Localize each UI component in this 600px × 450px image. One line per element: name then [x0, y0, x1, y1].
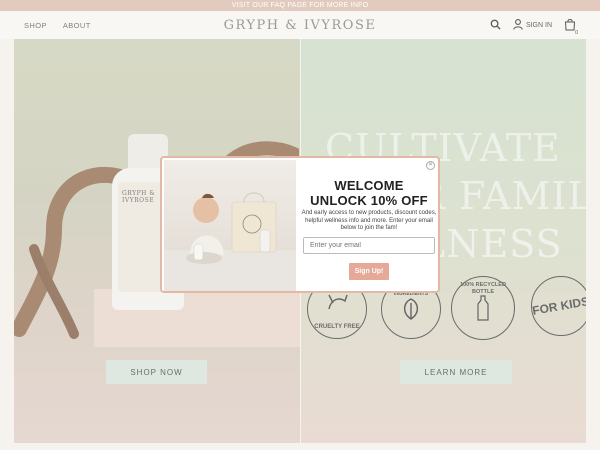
baby-with-bag-image — [164, 192, 296, 291]
popup-title-welcome: WELCOME — [334, 178, 404, 193]
baby-photo — [164, 160, 296, 291]
popup-title-offer: UNLOCK 10% OFF — [310, 193, 428, 208]
popup-description: And early access to new products, discou… — [301, 210, 437, 231]
newsletter-popup: ✕ WELCOME UNLOCK 10% OFF And early acces… — [160, 156, 440, 293]
close-icon[interactable]: ✕ — [426, 161, 435, 170]
popup-content: WELCOME UNLOCK 10% OFF And early access … — [300, 178, 438, 280]
sign-up-button[interactable]: Sign Up! — [349, 262, 389, 280]
page: VISIT OUR FAQ PAGE FOR MORE INFO SHOP AB… — [0, 0, 600, 450]
email-input[interactable] — [303, 236, 435, 254]
